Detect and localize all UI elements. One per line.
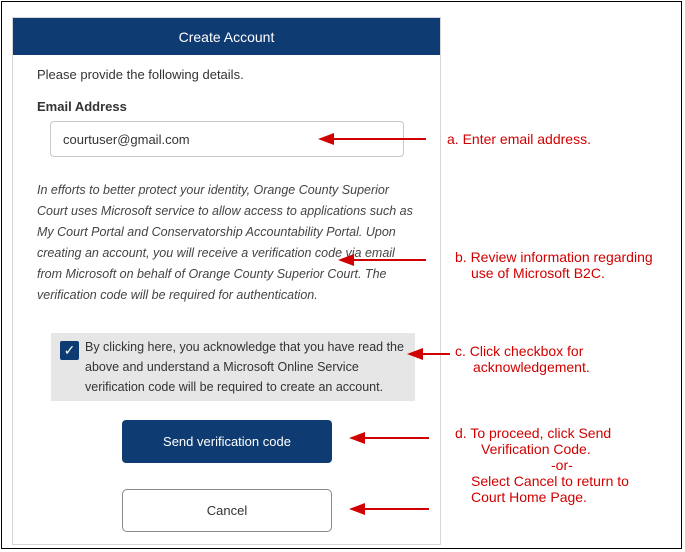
annotation-b: b. Review information regarding use of M… <box>455 249 680 281</box>
annotation-d-line4: Select Cancel to return to <box>471 473 629 489</box>
annotation-d: d. To proceed, click Send Verification C… <box>455 425 629 505</box>
annotation-d-line2: Verification Code. <box>481 441 591 457</box>
annotation-c: c. Click checkbox for acknowledgement. <box>455 343 590 375</box>
page-title: Create Account <box>178 28 275 45</box>
email-label: Email Address <box>37 99 127 114</box>
annotation-b-line2: use of Microsoft B2C. <box>471 265 605 281</box>
identity-info-text: In efforts to better protect your identi… <box>37 183 413 302</box>
left-arrow-icon <box>338 254 426 266</box>
checkmark-icon: ✓ <box>63 342 76 358</box>
annotation-a: a. Enter email address. <box>447 131 591 147</box>
acknowledgement-box: ✓ By clicking here, you acknowledge that… <box>51 333 415 401</box>
annotation-c-line2: acknowledgement. <box>473 359 590 375</box>
left-arrow-icon <box>318 133 426 145</box>
cancel-button[interactable]: Cancel <box>122 489 332 532</box>
annotation-d-line1: d. To proceed, click Send <box>455 425 612 441</box>
card-header: Create Account <box>13 18 440 55</box>
left-arrow-icon <box>349 503 429 515</box>
intro-text: Please provide the following details. <box>37 67 244 82</box>
left-arrow-icon <box>407 348 450 360</box>
left-arrow-icon <box>349 432 429 444</box>
acknowledgement-checkbox[interactable]: ✓ <box>60 341 79 360</box>
create-account-card: Create Account Please provide the follow… <box>12 17 441 545</box>
send-verification-code-button[interactable]: Send verification code <box>122 420 332 463</box>
annotation-b-line1: b. Review information regarding <box>455 249 653 265</box>
annotation-d-line3: -or- <box>551 457 573 473</box>
annotation-d-line5: Court Home Page. <box>471 489 587 505</box>
annotation-c-line1: c. Click checkbox for <box>455 343 584 359</box>
acknowledgement-text: By clicking here, you acknowledge that y… <box>85 340 404 394</box>
